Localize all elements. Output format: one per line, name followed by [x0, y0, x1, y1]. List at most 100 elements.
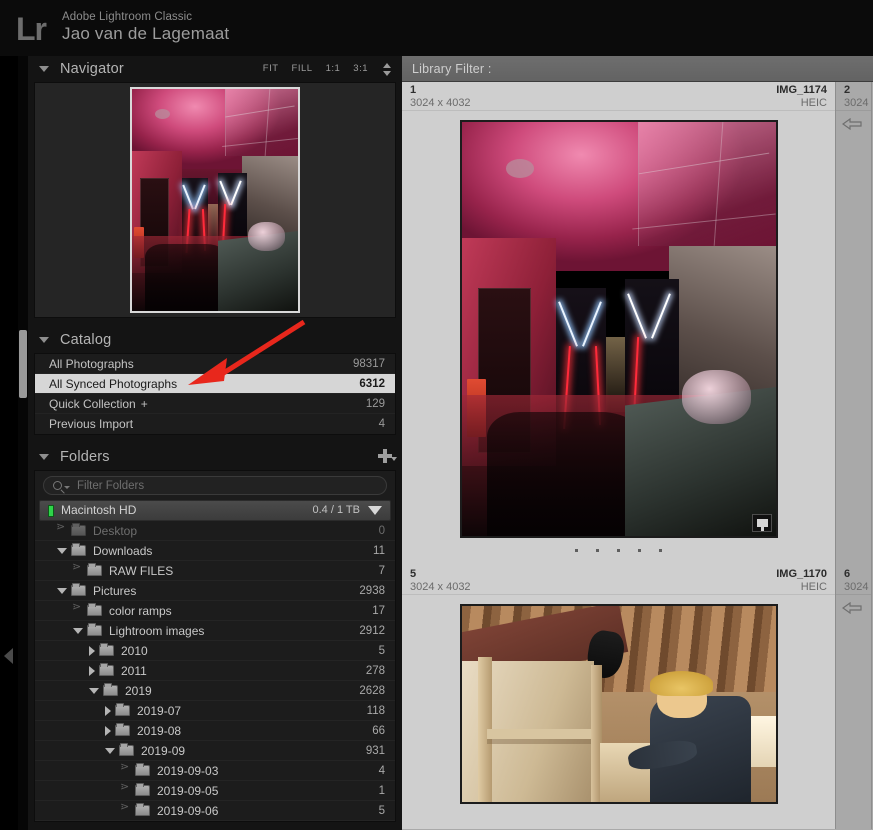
catalog-item-quick-collection[interactable]: Quick Collection + 129 — [35, 394, 395, 414]
cell-dimensions: 3024 x 4032 — [410, 97, 471, 109]
folder-row[interactable]: 2019-09-05 1 — [35, 777, 395, 801]
folder-row[interactable]: 2019-09 931 — [35, 741, 395, 761]
folder-row[interactable]: 2019-09-03 4 — [35, 757, 395, 781]
folder-photo-count: 0 — [378, 524, 385, 537]
grid-cell-header: 1 3024 x 4032 IMG_1174 HEIC — [402, 82, 835, 111]
folder-photo-count: 17 — [372, 604, 385, 617]
folder-row[interactable]: Lightroom images 2912 — [35, 621, 395, 641]
chevron-down-icon[interactable] — [39, 454, 49, 460]
left-panel-scrollbar-thumb[interactable] — [19, 330, 27, 398]
volume-menu-caret-icon[interactable] — [368, 506, 382, 515]
zoom-mode-3-1[interactable]: 3:1 — [353, 56, 368, 82]
folder-name: 2019-09-05 — [157, 783, 219, 798]
zoom-stepper-icon[interactable] — [383, 62, 392, 76]
folder-row[interactable]: Downloads 11 — [35, 541, 395, 561]
folder-row[interactable]: 2019-09-06 5 — [35, 797, 395, 821]
chevron-right-icon[interactable] — [89, 665, 95, 676]
chevron-down-icon[interactable] — [73, 627, 83, 634]
filter-folders-placeholder: Filter Folders — [77, 479, 145, 492]
folder-row[interactable]: RAW FILES 7 — [35, 557, 395, 581]
catalog-item-previous-import[interactable]: Previous Import 4 — [35, 414, 395, 434]
zoom-mode-fill[interactable]: FILL — [292, 56, 313, 82]
folder-row[interactable]: 2011 278 — [35, 661, 395, 681]
collapse-left-panel-icon[interactable] — [4, 648, 13, 664]
catalog-item-all-synced-photographs[interactable]: All Synced Photographs 6312 — [35, 374, 395, 394]
rotate-left-badge-icon[interactable] — [842, 602, 862, 614]
leaf-marker-icon — [120, 757, 131, 777]
zoom-mode-1-1[interactable]: 1:1 — [326, 56, 341, 82]
leaf-marker-icon — [120, 777, 131, 797]
chevron-down-icon[interactable] — [39, 337, 49, 343]
grid-cell-2[interactable]: 2 3024 — [836, 82, 872, 566]
catalog-item-label: Quick Collection — [49, 396, 136, 411]
navigator-zoom-modes: FIT FILL 1:1 3:1 — [263, 56, 392, 82]
folder-name: 2019-09 — [141, 743, 186, 758]
photo-workshop-pink — [462, 122, 776, 536]
catalog-item-count: 98317 — [353, 357, 385, 370]
navigator-preview[interactable] — [34, 82, 396, 318]
quick-collection-plus-icon[interactable]: + — [141, 397, 148, 411]
volume-macintosh-hd[interactable]: Macintosh HD 0.4 / 1 TB — [39, 500, 391, 521]
folder-name: RAW FILES — [109, 563, 174, 578]
grid-cell-body — [402, 111, 835, 566]
folder-icon — [71, 543, 86, 556]
photo-workshop-pink — [132, 89, 298, 311]
library-filter-label: Library Filter : — [412, 62, 492, 76]
rating-stars[interactable] — [402, 549, 835, 552]
chevron-right-icon[interactable] — [105, 705, 111, 716]
catalog-list: All Photographs 98317 All Synced Photogr… — [34, 353, 396, 435]
grid-cell-6[interactable]: 6 3024 — [836, 566, 872, 829]
add-folder-caret-icon[interactable] — [391, 457, 397, 461]
catalog-item-all-photographs[interactable]: All Photographs 98317 — [35, 354, 395, 374]
thumbnail-image-5[interactable] — [460, 604, 778, 804]
folder-row[interactable]: color ramps 17 — [35, 597, 395, 621]
grid-cell-body — [836, 111, 871, 566]
catalog-panel-header[interactable]: Catalog — [28, 327, 402, 353]
zoom-mode-fit[interactable]: FIT — [263, 56, 279, 82]
folder-photo-count: 5 — [378, 804, 385, 817]
folder-row[interactable]: 2019-08 66 — [35, 721, 395, 741]
left-panel-scrollbar-track[interactable] — [18, 56, 28, 830]
catalog-item-count: 4 — [378, 418, 385, 430]
identity-plate[interactable]: Lr Adobe Lightroom Classic Jao van de La… — [0, 0, 873, 56]
folder-row[interactable]: 2010 5 — [35, 641, 395, 661]
folder-name: Downloads — [93, 543, 153, 558]
library-filter-bar[interactable]: Library Filter : — [402, 56, 873, 82]
folder-photo-count: 278 — [365, 664, 385, 677]
folder-name: Desktop — [93, 523, 138, 538]
folder-name: Lightroom images — [109, 623, 205, 638]
catalog-title: Catalog — [60, 332, 112, 348]
chevron-down-icon[interactable] — [39, 66, 49, 72]
navigator-panel-header[interactable]: Navigator FIT FILL 1:1 3:1 — [28, 56, 402, 82]
grid-cell-5[interactable]: 5 3024 x 4032 IMG_1170 HEIC — [402, 566, 836, 829]
chevron-down-icon[interactable] — [57, 547, 67, 554]
grid-cell-body — [836, 595, 871, 829]
lightroom-window: Lr Adobe Lightroom Classic Jao van de La… — [0, 0, 873, 830]
folder-row[interactable]: 2019-07 118 — [35, 701, 395, 721]
folder-icon — [103, 683, 118, 696]
folders-panel-header[interactable]: Folders — [28, 444, 402, 470]
chevron-right-icon[interactable] — [89, 645, 95, 656]
navigator-preview-image[interactable] — [130, 87, 300, 313]
crop-badge-icon[interactable] — [752, 514, 772, 532]
chevron-down-icon[interactable] — [57, 587, 67, 594]
chevron-right-icon[interactable] — [105, 725, 111, 736]
chevron-down-icon[interactable] — [89, 687, 99, 694]
chevron-down-icon[interactable] — [64, 486, 70, 489]
rotate-left-badge-icon[interactable] — [842, 118, 862, 130]
folder-row[interactable]: Desktop 0 — [35, 517, 395, 541]
grid-view-area: Library Filter : 1 3024 x 4032 IMG_1174 … — [402, 56, 873, 830]
folder-photo-count: 66 — [372, 724, 385, 737]
filter-folders-input[interactable]: Filter Folders — [43, 476, 387, 495]
folder-icon — [71, 523, 86, 536]
grid-cell-header: 5 3024 x 4032 IMG_1170 HEIC — [402, 566, 835, 595]
cell-format: HEIC — [800, 581, 827, 593]
folder-row[interactable]: Pictures 2938 — [35, 581, 395, 601]
thumbnail-image-1[interactable] — [460, 120, 778, 538]
grid-cell-1[interactable]: 1 3024 x 4032 IMG_1174 HEIC — [402, 82, 836, 566]
folder-row[interactable]: 2019 2628 — [35, 681, 395, 701]
leaf-marker-icon — [56, 517, 67, 537]
volume-free-space: 0.4 / 1 TB — [312, 504, 361, 516]
folders-title: Folders — [60, 449, 110, 465]
chevron-down-icon[interactable] — [105, 747, 115, 754]
